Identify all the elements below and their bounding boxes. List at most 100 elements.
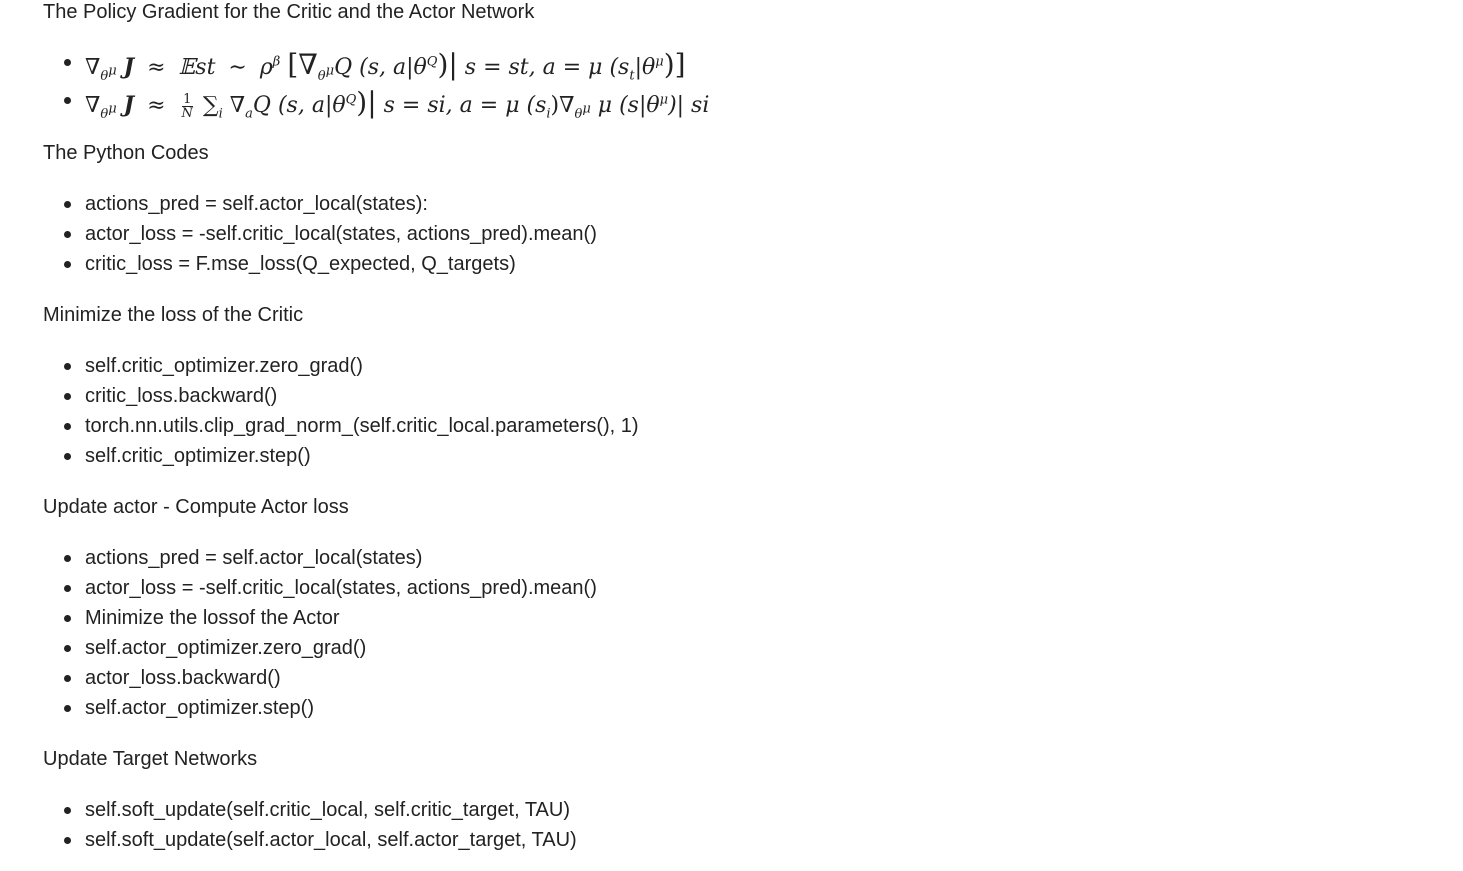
mu-function: μ (s|θ [597, 93, 660, 119]
closing-bracket: )] [663, 48, 686, 82]
list-item: self.critic_optimizer.zero_grad() [43, 351, 639, 381]
list-item: actor_loss = -self.critic_local(states, … [43, 573, 597, 603]
list-item-text: self.soft_update(self.actor_local, self.… [85, 829, 577, 851]
bullet-icon [64, 837, 71, 844]
i-subscript: i [218, 106, 223, 122]
nabla-symbol: ∇ [85, 55, 101, 81]
j-symbol: J [123, 54, 135, 81]
list-item: critic_loss.backward() [43, 381, 639, 411]
python-codes-list: actions_pred = self.actor_local(states):… [43, 189, 597, 279]
list-item-text: self.actor_optimizer.zero_grad() [85, 637, 367, 659]
formula-item: ∇θμ J ≈ 1N ∑i ∇aQ (s, a|θQ)| s = si, a =… [43, 82, 710, 122]
bullet-icon [64, 201, 71, 208]
bullet-icon [64, 675, 71, 682]
evaluation-condition: s = si, a = μ (s [383, 93, 547, 119]
target-networks-list: self.soft_update(self.critic_local, self… [43, 795, 577, 855]
section-heading-policy-gradient: The Policy Gradient for the Critic and t… [43, 1, 535, 23]
mu-symbol: μ [325, 63, 335, 79]
bullet-icon [64, 705, 71, 712]
list-item: actions_pred = self.actor_local(states): [43, 189, 597, 219]
list-item-text: actions_pred = self.actor_local(states) [85, 547, 423, 569]
list-item: actor_loss = -self.critic_local(states, … [43, 219, 597, 249]
list-item: torch.nn.utils.clip_grad_norm_(self.crit… [43, 411, 639, 441]
list-item: actor_loss.backward() [43, 663, 597, 693]
list-item-text: actor_loss = -self.critic_local(states, … [85, 223, 597, 245]
list-item-text: actor_loss = -self.critic_local(states, … [85, 577, 597, 599]
bullet-icon [64, 423, 71, 430]
bullet-icon [64, 585, 71, 592]
list-item-text: self.critic_optimizer.zero_grad() [85, 355, 363, 377]
bullet-icon [64, 645, 71, 652]
section-heading-minimize-critic-loss: Minimize the loss of the Critic [43, 304, 304, 326]
nabla-term: )∇ [550, 93, 575, 119]
formula-1: ∇θμ J ≈ 𝔼st ∼ ρβ [∇θμQ (s, a|θQ)| s = st… [85, 51, 686, 84]
approx-symbol: ≈ [147, 55, 166, 81]
formula-tail: )| si [668, 93, 710, 119]
list-item-text: Minimize the lossof the Actor [85, 607, 340, 629]
list-item-text: self.actor_optimizer.step() [85, 697, 314, 719]
bracket-nabla: [∇ [287, 48, 318, 82]
list-item-text: actions_pred = self.actor_local(states): [85, 193, 428, 215]
bullet-icon [64, 97, 71, 104]
bullet-icon [64, 615, 71, 622]
list-item-text: self.soft_update(self.critic_local, self… [85, 799, 570, 821]
expectation-term: 𝔼st [178, 55, 216, 81]
fraction-numerator: 1 [181, 91, 193, 107]
list-item-text: critic_loss.backward() [85, 385, 278, 407]
q-superscript: Q [345, 93, 357, 108]
rho-symbol: ρ [259, 55, 273, 81]
list-item: self.actor_optimizer.zero_grad() [43, 633, 597, 663]
section-heading-update-actor: Update actor - Compute Actor loss [43, 496, 349, 518]
list-item-text: self.critic_optimizer.step() [85, 445, 311, 467]
formula-2: ∇θμ J ≈ 1N ∑i ∇aQ (s, a|θQ)| s = si, a =… [85, 89, 710, 122]
section-heading-update-target-networks: Update Target Networks [43, 748, 258, 770]
nabla-symbol: ∇ [85, 93, 101, 119]
list-item: self.soft_update(self.actor_local, self.… [43, 825, 577, 855]
nabla-symbol: ∇ [229, 93, 246, 119]
list-item: actions_pred = self.actor_local(states) [43, 543, 597, 573]
fraction: 1N [181, 91, 193, 121]
bullet-icon [64, 453, 71, 460]
q-arguments: (s, a|θ [359, 55, 427, 81]
list-item: critic_loss = F.mse_loss(Q_expected, Q_t… [43, 249, 597, 279]
bullet-icon [64, 807, 71, 814]
critic-loss-list: self.critic_optimizer.zero_grad() critic… [43, 351, 639, 471]
list-item: self.actor_optimizer.step() [43, 693, 597, 723]
actor-loss-list: actions_pred = self.actor_local(states) … [43, 543, 597, 723]
section-heading-python-codes: The Python Codes [43, 142, 209, 164]
evaluation-condition: s = st, a = μ (s [464, 55, 630, 81]
fraction-denominator: N [181, 105, 193, 121]
mu-symbol: μ [655, 55, 664, 70]
q-superscript: Q [426, 55, 438, 70]
j-symbol: J [123, 92, 135, 119]
list-item: Minimize the lossof the Actor [43, 603, 597, 633]
bullet-icon [64, 231, 71, 238]
q-arguments: (s, a|θ [277, 93, 346, 119]
list-item-text: critic_loss = F.mse_loss(Q_expected, Q_t… [85, 253, 516, 275]
bullet-icon [64, 555, 71, 562]
approx-symbol: ≈ [147, 93, 166, 119]
q-symbol: Q [252, 93, 271, 119]
formula-list: ∇θμ J ≈ 𝔼st ∼ ρβ [∇θμQ (s, a|θQ)| s = st… [43, 44, 710, 122]
a-subscript: a [245, 106, 253, 122]
list-item: self.critic_optimizer.step() [43, 441, 639, 471]
sum-symbol: ∑ [202, 93, 219, 119]
mu-symbol: μ [582, 101, 591, 117]
theta-symbol: |θ [634, 55, 656, 81]
bullet-icon [64, 59, 71, 66]
bullet-icon [64, 261, 71, 268]
list-item-text: torch.nn.utils.clip_grad_norm_(self.crit… [85, 415, 639, 437]
q-symbol: Q [334, 55, 353, 81]
list-item: self.soft_update(self.critic_local, self… [43, 795, 577, 825]
evaluation-bar: )| [437, 48, 458, 82]
formula-item: ∇θμ J ≈ 𝔼st ∼ ρβ [∇θμQ (s, a|θQ)| s = st… [43, 44, 709, 84]
list-item-text: actor_loss.backward() [85, 667, 281, 689]
bullet-icon [64, 393, 71, 400]
mu-symbol: μ [108, 101, 117, 117]
evaluation-bar: )| [356, 86, 377, 120]
beta-symbol: β [272, 55, 281, 70]
bullet-icon [64, 363, 71, 370]
tilde-symbol: ∼ [228, 55, 247, 81]
mu-symbol: μ [659, 93, 669, 108]
mu-symbol: μ [108, 63, 117, 79]
